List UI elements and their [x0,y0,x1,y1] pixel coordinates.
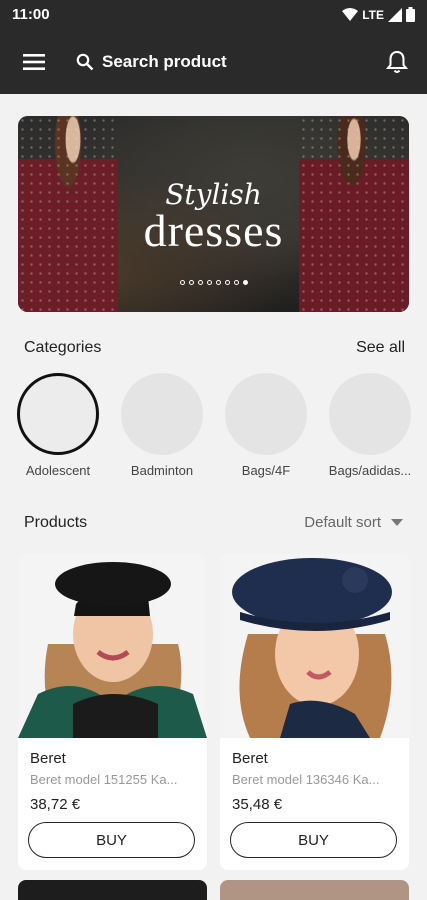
see-all-link[interactable]: See all [356,339,405,357]
buy-button[interactable]: BUY [230,822,397,858]
banner-page-indicator [18,280,409,285]
categories-list: Adolescent Badminton Bags/4F Bags/adidas… [16,373,427,485]
page-dot[interactable] [215,280,221,285]
page-dot[interactable] [224,280,230,285]
search-placeholder: Search product [102,52,227,71]
page-dot[interactable] [206,280,212,285]
product-description: Beret model 136346 Ka... [232,772,380,787]
category-label: Badminton [130,463,194,478]
status-time: 11:00 [12,6,50,23]
category-image [329,373,411,455]
category-item[interactable]: Bags/adidas... [318,373,422,478]
page-dot-active[interactable] [242,280,248,285]
status-bar: 11:00 LTE [0,0,427,30]
product-name: Beret [232,750,268,767]
search-field[interactable]: Search product [70,46,330,78]
search-icon [76,53,94,71]
bell-icon [386,50,408,73]
product-card-peek[interactable] [220,880,409,900]
category-label: Adolescent [25,463,91,478]
product-price: 35,48 € [232,796,283,813]
product-card[interactable]: Beret Beret model 151255 Ka... 38,72 € B… [18,554,207,870]
menu-button[interactable] [16,46,52,78]
category-item[interactable]: Badminton [110,373,214,478]
banner-title: dresses [143,205,284,256]
promo-banner[interactable]: Stylish dresses [18,116,409,312]
app-toolbar: Search product [0,30,427,94]
product-name: Beret [30,750,66,767]
product-image [220,554,409,738]
page-dot[interactable] [188,280,194,285]
sort-label: Default sort [304,514,381,531]
category-label: Bags/adidas... [328,463,412,478]
network-type: LTE [362,7,384,22]
product-card-peek[interactable] [18,880,207,900]
page-dot[interactable] [233,280,239,285]
products-title: Products [24,514,88,531]
category-image [225,373,307,455]
notifications-button[interactable] [379,44,415,80]
categories-title: Categories [24,339,102,356]
category-item[interactable]: Bags/4F [214,373,318,478]
sort-dropdown[interactable]: Default sort [304,514,403,531]
dropdown-arrow-icon [391,519,403,526]
category-image [17,373,99,455]
product-image [18,554,207,738]
category-label: Bags/4F [241,463,291,478]
category-image [121,373,203,455]
signal-icon [388,7,402,22]
wifi-icon [342,7,359,21]
page-dot[interactable] [179,280,185,285]
product-price: 38,72 € [30,796,81,813]
battery-icon [406,7,415,22]
status-icons: LTE [342,7,415,22]
page-dot[interactable] [197,280,203,285]
hamburger-menu-icon [23,54,45,70]
buy-button[interactable]: BUY [28,822,195,858]
product-card[interactable]: Beret Beret model 136346 Ka... 35,48 € B… [220,554,409,870]
category-item[interactable]: Adolescent [6,373,110,478]
product-description: Beret model 151255 Ka... [30,772,178,787]
